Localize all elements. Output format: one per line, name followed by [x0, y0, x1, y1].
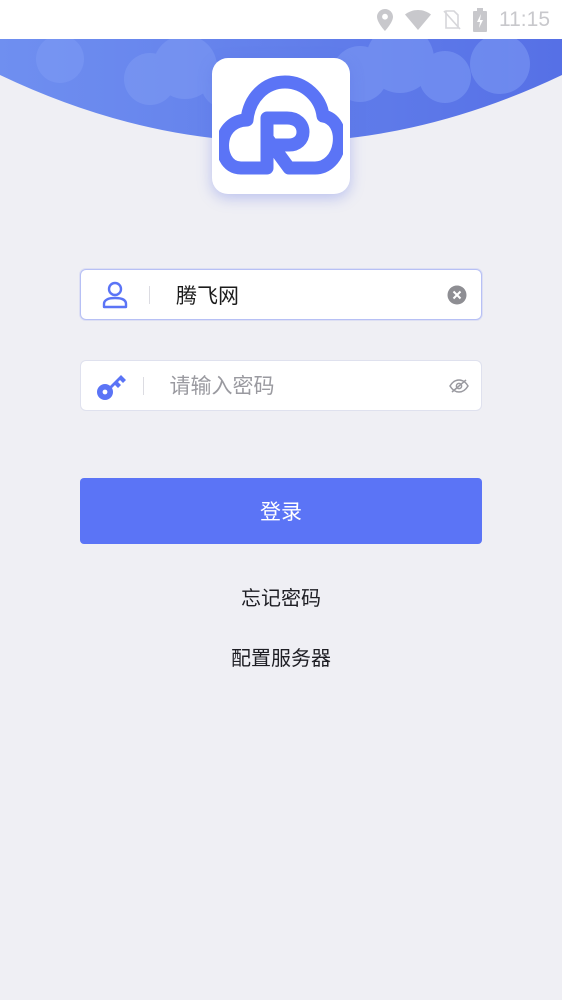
- password-separator: [142, 376, 144, 395]
- battery-charging-icon: [473, 7, 487, 32]
- wifi-icon: [405, 9, 431, 30]
- no-sim-icon: [443, 9, 461, 30]
- app-logo: [212, 58, 350, 194]
- password-input[interactable]: [169, 373, 438, 398]
- status-bar: 11:15: [0, 0, 562, 39]
- username-field[interactable]: 腾飞网: [80, 269, 482, 320]
- key-icon: [81, 371, 143, 401]
- eye-hidden-icon[interactable]: [438, 378, 481, 393]
- login-button[interactable]: 登录: [80, 478, 482, 544]
- forgot-password-link[interactable]: 忘记密码: [0, 582, 562, 611]
- user-icon: [81, 281, 149, 309]
- status-time: 11:15: [499, 7, 550, 31]
- password-field[interactable]: [80, 360, 482, 411]
- cloud-r-logo-icon: [216, 72, 346, 180]
- clear-icon[interactable]: [433, 285, 481, 305]
- configure-server-link[interactable]: 配置服务器: [0, 642, 562, 671]
- username-value[interactable]: 腾飞网: [150, 280, 433, 310]
- location-icon: [377, 8, 393, 31]
